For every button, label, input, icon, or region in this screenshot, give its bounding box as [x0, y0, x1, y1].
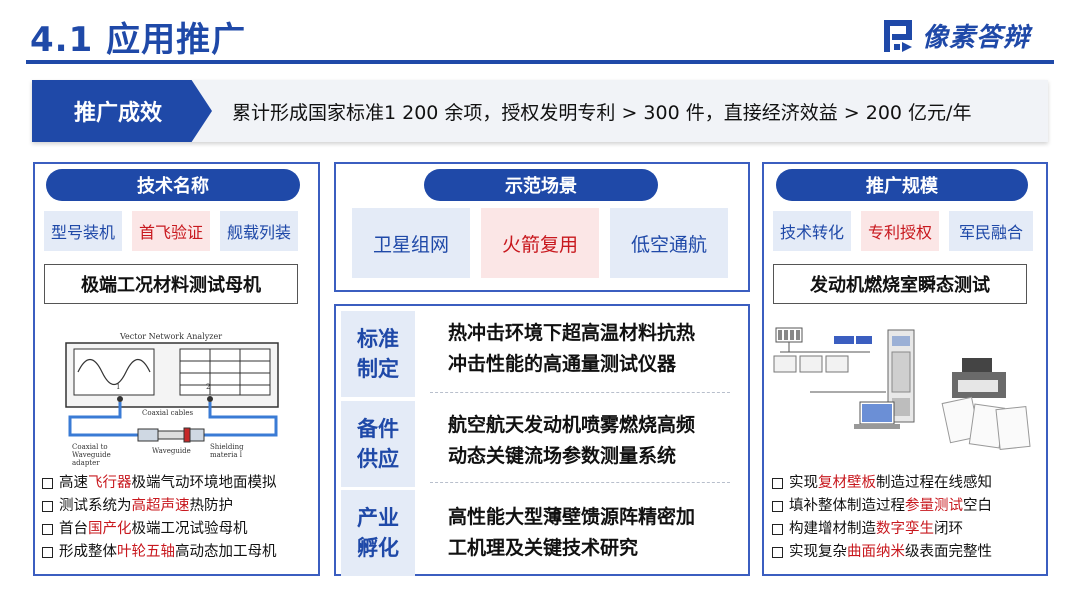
- left-bullet-list: 高速 飞行器 极端气动环境地面模拟 测试系统为 高超声速 热防护 首台 国产化 极端工况试验…: [42, 472, 316, 564]
- brand-logo: 像素答辩: [882, 17, 1030, 54]
- list-item: 实现复杂 曲面纳米 级表面完整性: [772, 541, 1044, 564]
- checkbox-icon: [42, 547, 53, 558]
- page-title: 4.1 应用推广: [30, 20, 247, 60]
- checkbox-icon: [772, 478, 783, 489]
- right-bullet-list: 实现 复材壁板 制造过程在线感知 填补整体制造过程 参量测试 空白 构建增材制造 数字孪生…: [772, 472, 1044, 564]
- list-item: 首台 国产化 极端工况试验母机: [42, 518, 316, 541]
- banner-text: 累计形成国家标准1 200 余项，授权发明专利 > 300 件，直接经济效益 >…: [232, 101, 972, 124]
- list-item: 填补整体制造过程 参量测试 空白: [772, 495, 1044, 518]
- checkbox-icon: [42, 524, 53, 535]
- right-tag-3: 军民融合: [949, 211, 1033, 251]
- list-item: 形成整体 叶轮五轴 高动态加工母机: [42, 541, 316, 564]
- achievement-banner: 推广成效 累计形成国家标准1 200 余项，授权发明专利 > 300 件，直接经…: [32, 80, 1048, 142]
- svg-text:Waveguide: Waveguide: [152, 447, 191, 455]
- row-divider: [430, 392, 730, 393]
- checkbox-icon: [772, 501, 783, 512]
- logo-mark-icon: [882, 18, 916, 54]
- row-text-supply: 航空航天发动机喷雾燃烧高频 动态关键流场参数测量系统: [448, 414, 696, 467]
- left-tag-3: 舰载列装: [220, 211, 298, 251]
- svg-text:Coaxial to: Coaxial to: [72, 443, 108, 451]
- svg-text:Waveguide: Waveguide: [72, 451, 111, 459]
- list-item: 测试系统为 高超声速 热防护: [42, 495, 316, 518]
- right-tag-2: 专利授权: [861, 211, 939, 251]
- left-panel-header: 技术名称: [46, 169, 300, 201]
- left-tag-2: 首飞验证: [132, 211, 210, 251]
- figure-title: Vector Network Analyzer: [119, 332, 222, 341]
- banner-stripe: [32, 80, 42, 142]
- scene-1: 卫星组网: [352, 208, 470, 278]
- banner-label: 推广成效: [42, 80, 212, 142]
- row-label-supply: 备件 供应: [341, 401, 415, 487]
- scene-2: 火箭复用: [481, 208, 599, 278]
- row-label-standard: 标准 制定: [341, 311, 415, 397]
- network-analyzer-diagram: Vector Network Analyzer 1 2 Coaxial cabl…: [50, 325, 300, 470]
- svg-text:Shielding: Shielding: [210, 443, 244, 451]
- scene-3: 低空通航: [610, 208, 728, 278]
- checkbox-icon: [42, 501, 53, 512]
- left-device-title: 极端工况材料测试母机: [44, 264, 298, 304]
- list-item: 构建增材制造 数字孪生 闭环: [772, 518, 1044, 541]
- svg-text:materia l: materia l: [210, 451, 243, 459]
- right-panel-header: 推广规模: [776, 169, 1028, 201]
- left-tag-1: 型号装机: [44, 211, 122, 251]
- row-text-incubation: 高性能大型薄壁馈源阵精密加 工机理及关键技术研究: [448, 506, 696, 559]
- right-tag-1: 技术转化: [773, 211, 851, 251]
- row-divider: [430, 482, 730, 483]
- row-text-standard: 热冲击环境下超高温材料抗热 冲击性能的高通量测试仪器: [448, 322, 696, 375]
- checkbox-icon: [772, 547, 783, 558]
- svg-text:2: 2: [206, 383, 210, 391]
- row-label-incubation: 产业 孵化: [341, 490, 415, 576]
- middle-panel-header: 示范场景: [424, 169, 658, 201]
- svg-text:1: 1: [116, 383, 120, 391]
- svg-text:adapter: adapter: [72, 459, 100, 467]
- list-item: 高速 飞行器 极端气动环境地面模拟: [42, 472, 316, 495]
- combustion-test-system-illustration: [770, 322, 1040, 462]
- checkbox-icon: [772, 524, 783, 535]
- right-device-title: 发动机燃烧室瞬态测试: [773, 264, 1027, 304]
- logo-text: 像素答辩: [922, 23, 1031, 53]
- title-divider: [26, 60, 1054, 64]
- list-item: 实现 复材壁板 制造过程在线感知: [772, 472, 1044, 495]
- svg-text:Coaxial cables: Coaxial cables: [142, 409, 194, 417]
- checkbox-icon: [42, 478, 53, 489]
